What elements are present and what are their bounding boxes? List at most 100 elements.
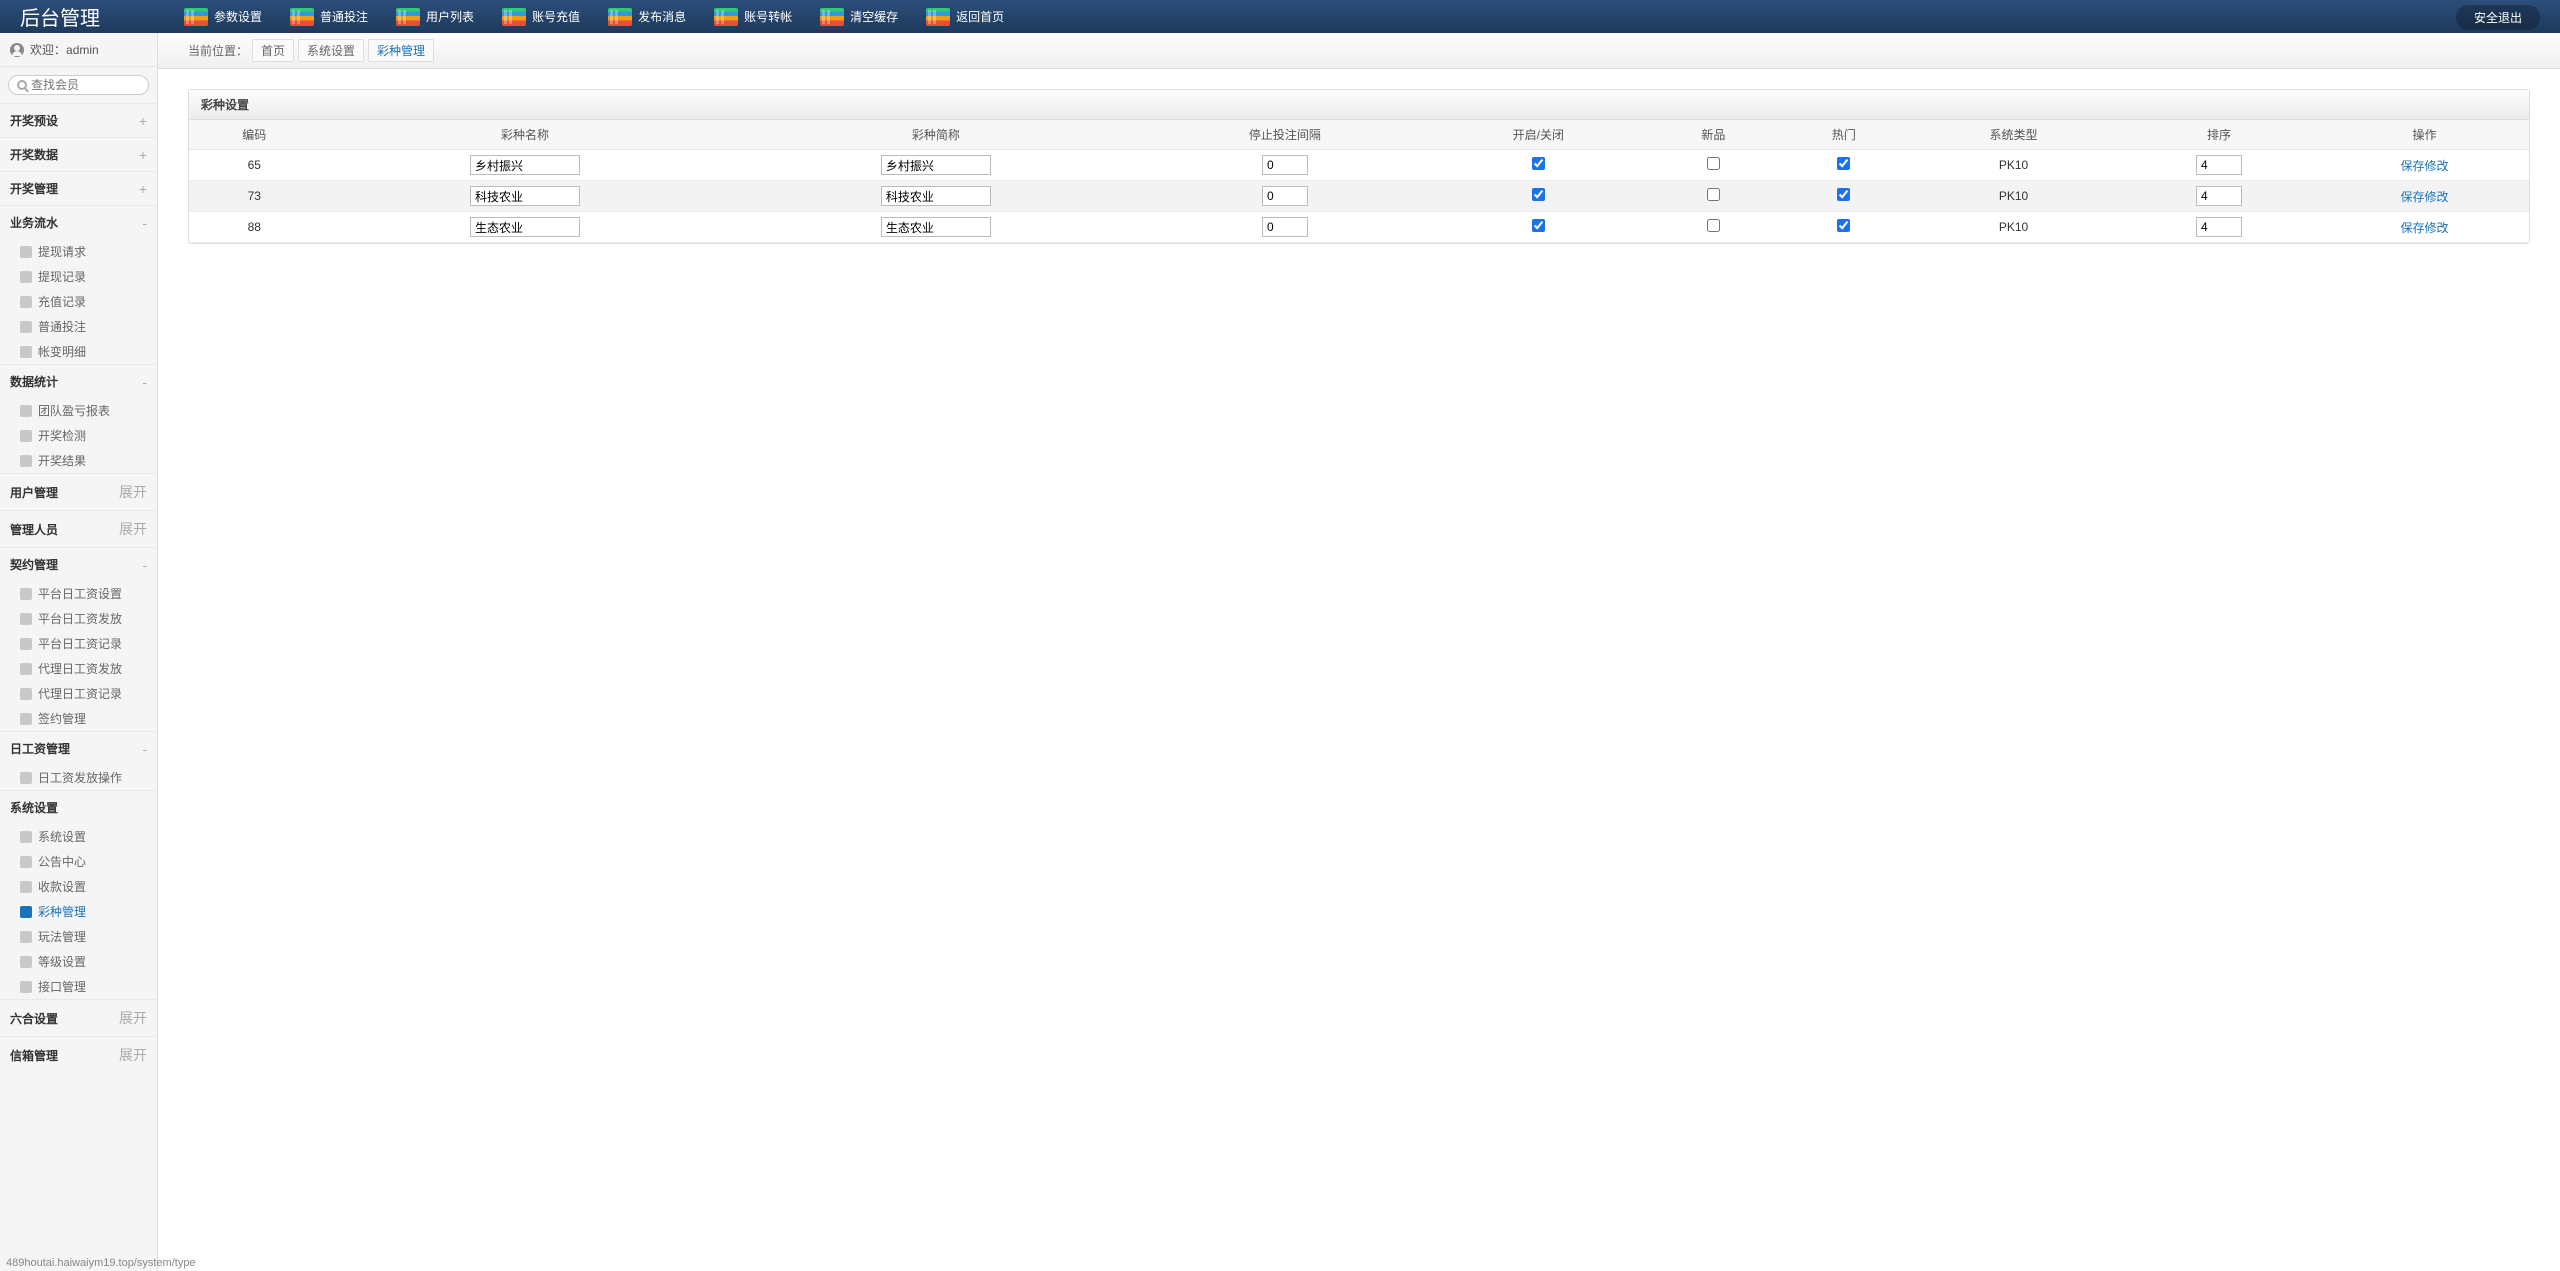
- save-link[interactable]: 保存修改: [2401, 159, 2449, 173]
- open-checkbox[interactable]: [1532, 188, 1545, 201]
- sort-input[interactable]: [2196, 155, 2242, 175]
- topnav-item-5[interactable]: 账号转帐: [700, 0, 806, 33]
- chevron-icon: +: [139, 181, 147, 197]
- type-cell: PK10: [1999, 189, 2028, 203]
- nav-item[interactable]: 普通投注: [0, 314, 157, 339]
- nav-item[interactable]: 平台日工资发放: [0, 606, 157, 631]
- app-logo: 后台管理: [0, 2, 170, 31]
- save-link[interactable]: 保存修改: [2401, 221, 2449, 235]
- nav-item[interactable]: 开奖结果: [0, 448, 157, 473]
- nav-group-title-text: 用户管理: [10, 484, 58, 501]
- menu-icon: [20, 271, 32, 283]
- sort-input[interactable]: [2196, 186, 2242, 206]
- nav-item[interactable]: 公告中心: [0, 849, 157, 874]
- logout-button[interactable]: 安全退出: [2456, 5, 2540, 30]
- nav-item[interactable]: 团队盈亏报表: [0, 398, 157, 423]
- open-checkbox[interactable]: [1532, 219, 1545, 232]
- stop-input[interactable]: [1262, 186, 1308, 206]
- nav-item[interactable]: 代理日工资记录: [0, 681, 157, 706]
- nav-item-label: 系统设置: [38, 828, 86, 845]
- menu-icon: [20, 296, 32, 308]
- chevron-icon: +: [139, 113, 147, 129]
- nav-item[interactable]: 等级设置: [0, 949, 157, 974]
- nav-group-0[interactable]: 开奖预设+: [0, 103, 157, 137]
- topnav-label: 账号充值: [532, 8, 580, 25]
- save-link[interactable]: 保存修改: [2401, 190, 2449, 204]
- short-input[interactable]: [881, 186, 991, 206]
- nav-group-1[interactable]: 开奖数据+: [0, 137, 157, 171]
- nav-item[interactable]: 系统设置: [0, 824, 157, 849]
- new-checkbox[interactable]: [1707, 157, 1720, 170]
- nav-group-11[interactable]: 信箱管理展开: [0, 1036, 157, 1073]
- nav-item[interactable]: 提现请求: [0, 239, 157, 264]
- menu-icon: [20, 613, 32, 625]
- nav-item[interactable]: 平台日工资记录: [0, 631, 157, 656]
- chart-icon: [608, 8, 632, 26]
- stop-input[interactable]: [1262, 155, 1308, 175]
- lottery-panel: 彩种设置 编码彩种名称彩种简称停止投注间隔开启/关闭新品热门系统类型排序操作 6…: [188, 89, 2530, 244]
- topnav-item-6[interactable]: 清空缓存: [806, 0, 912, 33]
- nav-item-label: 平台日工资设置: [38, 585, 122, 602]
- nav-group-10[interactable]: 六合设置展开: [0, 999, 157, 1036]
- nav-item-label: 提现记录: [38, 268, 86, 285]
- code-cell: 65: [248, 158, 261, 172]
- breadcrumb-current[interactable]: 彩种管理: [368, 39, 434, 62]
- short-input[interactable]: [881, 155, 991, 175]
- nav-item-label: 彩种管理: [38, 903, 86, 920]
- nav-item[interactable]: 收款设置: [0, 874, 157, 899]
- hot-checkbox[interactable]: [1837, 157, 1850, 170]
- nav-item[interactable]: 彩种管理: [0, 899, 157, 924]
- nav-group-3[interactable]: 业务流水-: [0, 205, 157, 239]
- nav-group-5[interactable]: 用户管理 展开: [0, 473, 157, 510]
- nav-item[interactable]: 玩法管理: [0, 924, 157, 949]
- username: admin: [66, 43, 99, 57]
- col-header-2: 彩种简称: [730, 120, 1141, 150]
- short-input[interactable]: [881, 217, 991, 237]
- open-checkbox[interactable]: [1532, 157, 1545, 170]
- nav-item[interactable]: 提现记录: [0, 264, 157, 289]
- nav-item[interactable]: 充值记录: [0, 289, 157, 314]
- nav-item[interactable]: 接口管理: [0, 974, 157, 999]
- hot-checkbox[interactable]: [1837, 219, 1850, 232]
- nav-item-label: 团队盈亏报表: [38, 402, 110, 419]
- nav-item[interactable]: 签约管理: [0, 706, 157, 731]
- new-checkbox[interactable]: [1707, 219, 1720, 232]
- search-input[interactable]: [31, 78, 140, 92]
- nav-group-9[interactable]: 系统设置: [0, 790, 157, 824]
- chevron-icon: 展开: [119, 482, 147, 502]
- new-checkbox[interactable]: [1707, 188, 1720, 201]
- breadcrumb-system[interactable]: 系统设置: [298, 39, 364, 62]
- nav-item[interactable]: 日工资发放操作: [0, 765, 157, 790]
- nav-group-4[interactable]: 数据统计-: [0, 364, 157, 398]
- topnav-item-0[interactable]: 参数设置: [170, 0, 276, 33]
- name-input[interactable]: [470, 155, 580, 175]
- breadcrumb-home[interactable]: 首页: [252, 39, 294, 62]
- nav-item-label: 开奖结果: [38, 452, 86, 469]
- name-input[interactable]: [470, 186, 580, 206]
- topnav-item-1[interactable]: 普通投注: [276, 0, 382, 33]
- breadcrumb-prefix: 当前位置：: [188, 42, 248, 59]
- name-input[interactable]: [470, 217, 580, 237]
- nav-item[interactable]: 开奖检测: [0, 423, 157, 448]
- nav-item[interactable]: 帐变明细: [0, 339, 157, 364]
- chart-icon: [926, 8, 950, 26]
- nav-group-title-text: 信箱管理: [10, 1047, 58, 1064]
- nav-group-8[interactable]: 日工资管理-: [0, 731, 157, 765]
- nav-group-7[interactable]: 契约管理-: [0, 547, 157, 581]
- nav-item[interactable]: 代理日工资发放: [0, 656, 157, 681]
- panel-title: 彩种设置: [189, 90, 2529, 120]
- nav-group-6[interactable]: 管理人员展开: [0, 510, 157, 547]
- col-header-4: 开启/关闭: [1428, 120, 1648, 150]
- topnav-item-2[interactable]: 用户列表: [382, 0, 488, 33]
- nav-item[interactable]: 平台日工资设置: [0, 581, 157, 606]
- topnav-item-3[interactable]: 账号充值: [488, 0, 594, 33]
- topnav-item-4[interactable]: 发布消息: [594, 0, 700, 33]
- stop-input[interactable]: [1262, 217, 1308, 237]
- topnav-item-7[interactable]: 返回首页: [912, 0, 1018, 33]
- topbar: 后台管理 参数设置普通投注用户列表 账号充值发布消息账号转帐清空缓存返回首页 安全…: [0, 0, 2560, 33]
- nav-group-2[interactable]: 开奖管理 +: [0, 171, 157, 205]
- nav-group-title-text: 开奖管理: [10, 180, 58, 197]
- hot-checkbox[interactable]: [1837, 188, 1850, 201]
- search-box[interactable]: [8, 75, 149, 95]
- sort-input[interactable]: [2196, 217, 2242, 237]
